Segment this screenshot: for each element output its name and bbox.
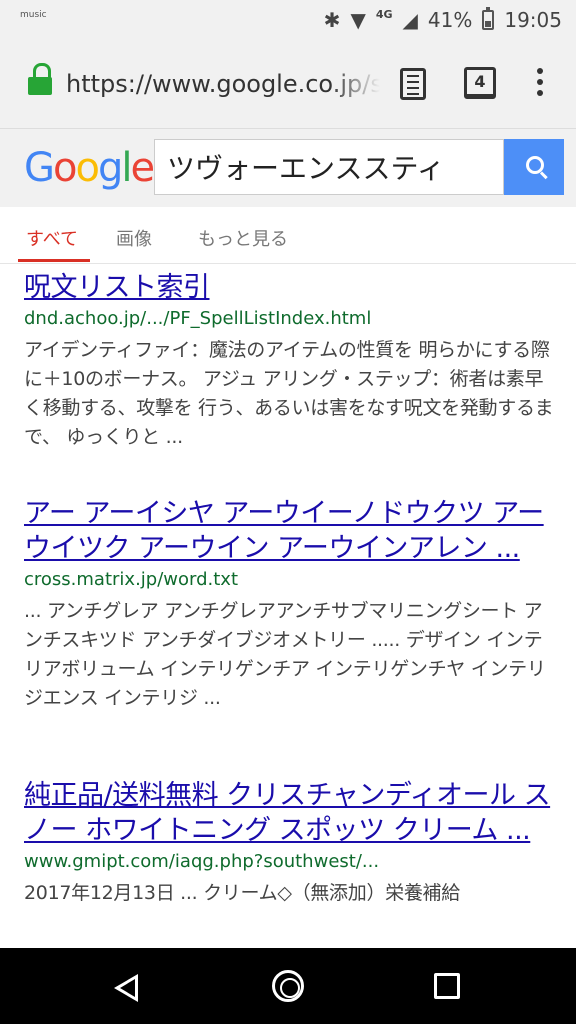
signal-icon: ◢ bbox=[402, 8, 418, 32]
overflow-menu-icon[interactable] bbox=[536, 68, 544, 100]
active-tab-indicator bbox=[18, 259, 90, 262]
home-button-icon[interactable] bbox=[272, 970, 304, 1002]
search-icon bbox=[526, 156, 544, 174]
music-label: music bbox=[20, 10, 47, 20]
logo-letter: G bbox=[24, 145, 55, 191]
url-bar[interactable]: https://www.google.co.jp/search bbox=[66, 70, 380, 102]
tab-count: 4 bbox=[474, 72, 486, 91]
logo-letter: e bbox=[130, 145, 155, 191]
android-nav-bar bbox=[0, 948, 576, 1024]
result-item: 呪文リスト索引 dnd.achoo.jp/.../PF_SpellListInd… bbox=[24, 270, 554, 496]
logo-letter: o bbox=[53, 145, 78, 191]
result-item: アー アーイシヤ アーウイーノドウクツ アーウイツク アーウイン アーウインアレ… bbox=[24, 496, 554, 778]
google-search-header: Google bbox=[0, 129, 576, 207]
result-snippet: アイデンティファイ：魔法のアイテムの性質を 明らかにする際に＋10のボーナス。 … bbox=[24, 339, 554, 448]
logo-letter: g bbox=[97, 145, 123, 191]
tab-switcher-button[interactable]: 4 bbox=[464, 67, 496, 99]
status-icons: ✱ ▼ 4G ◢ 41% 19:05 bbox=[324, 0, 562, 40]
battery-icon bbox=[482, 7, 495, 30]
result-snippet: ... アンチグレア アンチグレアアンチサブマリニングシート アンチスキツド ア… bbox=[24, 600, 546, 709]
bluetooth-icon: ✱ bbox=[323, 8, 341, 32]
result-title[interactable]: 呪文リスト索引 bbox=[24, 270, 554, 305]
search-button[interactable] bbox=[504, 139, 564, 195]
search-results: 呪文リスト索引 dnd.achoo.jp/.../PF_SpellListInd… bbox=[24, 270, 554, 908]
tab-more[interactable]: もっと見る bbox=[198, 225, 288, 251]
tab-all[interactable]: すべて bbox=[26, 225, 78, 251]
recent-apps-icon[interactable] bbox=[434, 973, 460, 999]
network-type: 4G bbox=[375, 7, 393, 21]
logo-letter: o bbox=[75, 145, 100, 191]
result-snippet: 2017年12月13日 ... クリーム◇（無添加）栄養補給 bbox=[24, 882, 460, 904]
result-item: 純正品/送料無料 クリスチャンディオール スノー ホワイトニング スポッツ クリ… bbox=[24, 778, 554, 908]
result-title[interactable]: 純正品/送料無料 クリスチャンディオール スノー ホワイトニング スポッツ クリ… bbox=[24, 778, 554, 848]
search-box[interactable] bbox=[154, 139, 504, 195]
result-url: www.gmipt.com/iaqg.php?southwest/... bbox=[24, 851, 380, 872]
browser-toolbar: https://www.google.co.jp/search 4 bbox=[0, 40, 576, 129]
reader-mode-icon[interactable] bbox=[400, 68, 426, 100]
result-url: dnd.achoo.jp/.../PF_SpellListIndex.html bbox=[24, 308, 372, 329]
tab-images[interactable]: 画像 bbox=[116, 225, 152, 251]
results-viewport: 呪文リスト索引 dnd.achoo.jp/.../PF_SpellListInd… bbox=[0, 264, 576, 948]
google-logo[interactable]: Google bbox=[24, 145, 155, 191]
search-input[interactable] bbox=[155, 140, 503, 194]
result-title[interactable]: アー アーイシヤ アーウイーノドウクツ アーウイツク アーウイン アーウインアレ… bbox=[24, 496, 554, 566]
lock-icon[interactable] bbox=[28, 63, 54, 95]
search-tabs: すべて 画像 もっと見る bbox=[0, 207, 576, 264]
clock: 19:05 bbox=[504, 8, 562, 32]
status-bar: music ✱ ▼ 4G ◢ 41% 19:05 bbox=[0, 0, 576, 40]
result-url: cross.matrix.jp/word.txt bbox=[24, 569, 239, 590]
back-button-icon-inner bbox=[120, 979, 135, 997]
battery-percent: 41% bbox=[427, 8, 473, 32]
music-notification-icon: music bbox=[20, 10, 47, 20]
wifi-icon: ▼ bbox=[350, 8, 366, 32]
